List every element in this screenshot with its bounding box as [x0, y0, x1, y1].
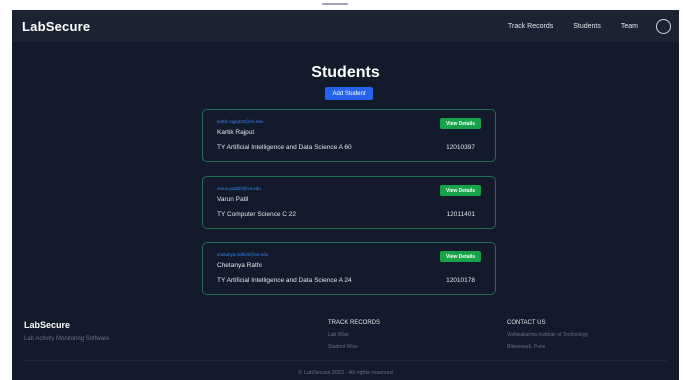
footer-link-student-wise[interactable]: Student Wise [328, 344, 380, 350]
student-class: TY Artificial Intelligence and Data Scie… [217, 277, 352, 284]
student-roll-number: 12010397 [446, 144, 475, 151]
view-details-button[interactable]: View Details [440, 118, 481, 129]
nav-links: Track Records Students Team [488, 18, 671, 34]
student-roll-number: 12011401 [446, 211, 475, 218]
profile-icon[interactable] [656, 18, 671, 34]
footer-divider [24, 360, 667, 361]
footer-contact: CONTACT US Vishwakarma Institute of Tech… [507, 320, 588, 356]
app-window: LabSecure Track Records Students Team St… [12, 10, 679, 380]
footer-brand: LabSecure [24, 320, 71, 330]
nav-link-students[interactable]: Students [573, 23, 601, 30]
student-name: Kartik Rajput [217, 129, 255, 136]
student-name: Varun Patil [217, 196, 249, 203]
footer: LabSecure Lab Activity Monitoring Softwa… [12, 313, 679, 380]
brand-logo[interactable]: LabSecure [22, 19, 90, 34]
page-title: Students [311, 64, 380, 81]
footer-contact-address: Bibwewadi, Pune [507, 344, 546, 350]
view-details-button[interactable]: View Details [440, 251, 481, 262]
navbar: LabSecure Track Records Students Team [12, 10, 679, 42]
footer-link-lab-wise[interactable]: Lab Wise [328, 332, 380, 338]
student-card: chetanya.rathi20@vit.edu Chetanya Rathi … [202, 242, 496, 295]
footer-contact-heading: CONTACT US [507, 320, 546, 326]
footer-track-heading: TRACK RECORDS [328, 320, 381, 326]
footer-tagline: Lab Activity Monitoring Software [24, 336, 110, 342]
nav-link-team[interactable]: Team [621, 23, 638, 30]
student-roll-number: 12010178 [446, 277, 475, 284]
student-email[interactable]: varun.patil20@vit.edu [217, 186, 261, 191]
student-card: varun.patil20@vit.edu Varun Patil TY Com… [202, 176, 496, 229]
student-class: TY Computer Science C 22 [217, 211, 296, 218]
copyright-text: © LabSecure 2022 - All rights reserved [298, 370, 393, 376]
student-email[interactable]: kartik.rajput20@vit.edu [217, 119, 263, 124]
footer-track-records: TRACK RECORDS Lab Wise Student Wise [328, 320, 380, 356]
student-email[interactable]: chetanya.rathi20@vit.edu [217, 252, 268, 257]
student-card: kartik.rajput20@vit.edu Kartik Rajput TY… [202, 109, 496, 162]
main-content: Students Add Student kartik.rajput20@vit… [12, 42, 679, 313]
view-details-button[interactable]: View Details [440, 185, 481, 196]
student-name: Chetanya Rathi [217, 262, 262, 269]
footer-contact-institute: Vishwakarma Institute of Technology [507, 332, 588, 338]
nav-link-track-records[interactable]: Track Records [508, 23, 553, 30]
student-class: TY Artificial Intelligence and Data Scie… [217, 144, 352, 151]
add-student-button[interactable]: Add Student [325, 87, 373, 100]
window-notch [322, 3, 348, 5]
